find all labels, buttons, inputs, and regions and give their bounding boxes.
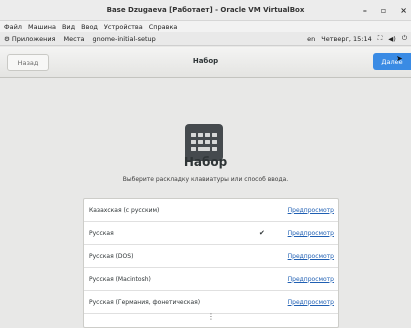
layout-row[interactable]: Русская (DOS) Предпросмотр bbox=[84, 245, 338, 268]
layout-name: Русская (Macintosh) bbox=[89, 275, 151, 283]
layout-row[interactable]: Русская ✔ Предпросмотр bbox=[84, 222, 338, 245]
section-subtitle: Выберите раскладку клавиатуры или способ… bbox=[122, 176, 289, 183]
menu-file[interactable]: Файл bbox=[4, 23, 22, 31]
places-menu[interactable]: Места bbox=[64, 35, 85, 43]
menu-input[interactable]: Ввод bbox=[81, 23, 98, 31]
gnome-topbar: ⚙ Приложения Места gnome-initial-setup e… bbox=[0, 32, 411, 46]
vbox-menubar: Файл Машина Вид Ввод Устройства Справка bbox=[0, 21, 411, 32]
menu-help[interactable]: Справка bbox=[149, 23, 178, 31]
layout-list: Казахская (с русским) Предпросмотр Русск… bbox=[83, 198, 339, 328]
layout-name: Казахская (с русским) bbox=[89, 206, 160, 214]
apps-icon: ⚙ bbox=[4, 34, 10, 43]
preview-link[interactable]: Предпросмотр bbox=[288, 253, 334, 260]
next-button[interactable]: Далее bbox=[373, 53, 411, 70]
layout-row[interactable]: Казахская (с русским) Предпросмотр bbox=[84, 199, 338, 222]
header-bar: Назад Набор Далее bbox=[0, 47, 411, 78]
section-heading: Набор bbox=[183, 155, 228, 169]
preview-link[interactable]: Предпросмотр bbox=[288, 207, 334, 214]
current-app[interactable]: gnome-initial-setup bbox=[92, 35, 155, 43]
power-icon[interactable]: ⏻ bbox=[402, 34, 407, 43]
window-title: Base Dzugaeva [Работает] - Oracle VM Vir… bbox=[106, 6, 305, 14]
mouse-cursor-icon: ➤ bbox=[396, 54, 403, 63]
minimize-button[interactable]: – bbox=[363, 6, 367, 15]
input-language[interactable]: en bbox=[307, 35, 315, 43]
layout-name: Русская (Германия, фонетическая) bbox=[89, 298, 201, 306]
layout-row[interactable]: Русская (Германия, фонетическая) Предпро… bbox=[84, 291, 338, 314]
volume-icon[interactable]: ◀) bbox=[388, 35, 396, 43]
layout-name: Русская (DOS) bbox=[89, 252, 134, 260]
preview-link[interactable]: Предпросмотр bbox=[288, 230, 334, 237]
page-title: Набор bbox=[192, 57, 219, 65]
close-button[interactable]: × bbox=[400, 6, 407, 15]
main-content: Набор Выберите раскладку клавиатуры или … bbox=[0, 78, 411, 328]
layout-row[interactable]: Русская (Macintosh) Предпросмотр bbox=[84, 268, 338, 291]
menu-machine[interactable]: Машина bbox=[28, 23, 56, 31]
clock[interactable]: Четверг, 15:14 bbox=[321, 35, 371, 43]
maximize-button[interactable]: ▫ bbox=[381, 6, 386, 15]
preview-link[interactable]: Предпросмотр bbox=[288, 299, 334, 306]
window-controls: – ▫ × bbox=[363, 0, 407, 20]
check-icon: ✔ bbox=[259, 229, 265, 237]
apps-label: Приложения bbox=[11, 34, 56, 43]
preview-link[interactable]: Предпросмотр bbox=[288, 276, 334, 283]
more-icon[interactable]: ⋮ bbox=[84, 313, 338, 321]
apps-menu[interactable]: ⚙ Приложения bbox=[4, 35, 56, 43]
menu-view[interactable]: Вид bbox=[62, 23, 75, 31]
layout-name: Русская bbox=[89, 229, 114, 237]
network-icon[interactable]: ⛶ bbox=[378, 34, 383, 43]
menu-devices[interactable]: Устройства bbox=[104, 23, 143, 31]
window-titlebar: Base Dzugaeva [Работает] - Oracle VM Vir… bbox=[0, 0, 411, 21]
